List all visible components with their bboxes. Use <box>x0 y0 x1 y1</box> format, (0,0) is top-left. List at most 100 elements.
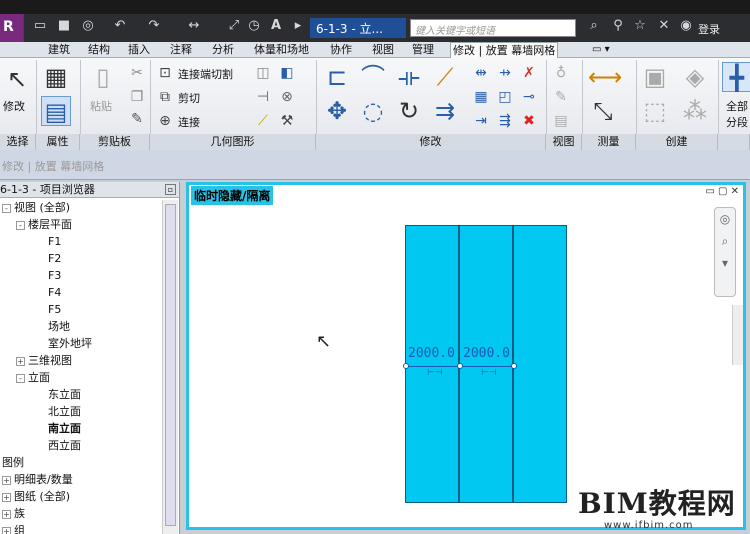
match-properties-icon[interactable]: ✎ <box>128 110 146 128</box>
pointer-icon[interactable]: ↖ <box>2 64 32 94</box>
search-input[interactable]: 键入关键字或短语 <box>410 19 576 37</box>
undo-icon[interactable]: ↶ <box>112 18 128 34</box>
nav-menu-icon[interactable]: ▾ <box>715 252 735 274</box>
dimension-witness-grip[interactable] <box>511 363 517 369</box>
join-geometry-button[interactable]: 连接 <box>178 114 200 130</box>
cut-geometry-button[interactable]: 剪切 <box>178 90 200 106</box>
navigation-bar[interactable]: ◎ ⌕ ▾ <box>714 207 736 297</box>
binoculars-icon[interactable]: ⌕ <box>586 18 602 34</box>
expand-icon[interactable]: + <box>16 356 25 366</box>
browser-tree-item[interactable]: 东立面 <box>48 387 81 403</box>
measure-distance-icon[interactable]: ⟷ <box>588 62 622 92</box>
curtain-grid-all-segments-icon[interactable]: ╋ <box>722 62 750 92</box>
ribbon-toggle-icon[interactable]: ▭ ▾ <box>590 42 612 58</box>
override-icon[interactable]: ✎ <box>552 88 570 106</box>
all-segments-button[interactable]: 全部 <box>726 98 748 114</box>
array-icon[interactable]: ▦ <box>472 88 490 106</box>
browser-tree-item[interactable]: - 视图 (全部) <box>2 200 70 216</box>
login-button[interactable]: 登录 <box>698 21 720 37</box>
browser-tree-item[interactable]: - 立面 <box>16 370 50 386</box>
measure-icon[interactable]: ↔ <box>186 18 202 34</box>
align-icon[interactable]: ⊏ <box>322 62 352 92</box>
browser-tree-item[interactable]: 场地 <box>48 319 70 335</box>
save-icon[interactable]: ■ <box>56 18 72 34</box>
panel-properties[interactable]: 属性 <box>36 134 80 150</box>
close-icon[interactable]: ▫ <box>165 184 176 195</box>
application-menu-button[interactable]: R <box>0 14 24 44</box>
scale-icon[interactable]: ◰ <box>496 88 514 106</box>
tab-collaborate[interactable]: 协作 <box>328 42 354 58</box>
dimension-lock-icon[interactable]: ⊢⊣ <box>481 368 497 378</box>
panel-create[interactable]: 创建 <box>636 134 718 150</box>
aligned-dimension-icon[interactable]: ⤡ <box>588 96 618 126</box>
cut-geometry-icon[interactable]: ⧉ <box>156 88 174 106</box>
expand-icon[interactable]: + <box>2 509 11 519</box>
join-cut-button[interactable]: 连接端切割 <box>178 66 233 82</box>
properties-icon[interactable]: ▤ <box>41 96 71 126</box>
browser-tree-item[interactable]: F3 <box>48 268 61 284</box>
join-geometry-icon[interactable]: ⊕ <box>156 112 174 130</box>
steering-wheel-icon[interactable]: ◎ <box>715 208 735 230</box>
beam-join-icon[interactable]: ⟋ <box>254 112 272 130</box>
panel-select[interactable]: 选择 <box>0 134 36 150</box>
collapse-icon[interactable]: - <box>2 203 11 213</box>
linework-icon[interactable]: ▤ <box>552 112 570 130</box>
demolish-icon[interactable]: ⊗ <box>278 88 296 106</box>
dimension-witness-grip[interactable] <box>403 363 409 369</box>
panel-modify[interactable]: 修改 <box>316 134 546 150</box>
browser-tree-item[interactable]: 西立面 <box>48 438 81 454</box>
browser-tree-item[interactable]: 室外地坪 <box>48 336 92 352</box>
trim-icon[interactable]: ⇉ <box>430 96 460 126</box>
browser-tree-item[interactable]: + 明细表/数量 <box>2 472 73 488</box>
mirror-axis-icon[interactable]: ⟛ <box>394 62 424 92</box>
panel-view[interactable]: 视图 <box>546 134 582 150</box>
more-icon[interactable]: ▸ <box>290 18 306 34</box>
drawing-canvas[interactable]: 临时隐藏/隔离 ▭ ▢ ✕ ◎ ⌕ ▾ 2000.0 2000.0 ⊢⊣ ⊢⊣ <box>186 182 746 530</box>
split-gap-icon[interactable]: ⇸ <box>496 64 514 82</box>
browser-tree-item[interactable]: - 楼层平面 <box>16 217 72 233</box>
browser-tree-item[interactable]: 北立面 <box>48 404 81 420</box>
trim-extend-multiple-icon[interactable]: ⇶ <box>496 112 514 130</box>
tab-view[interactable]: 视图 <box>370 42 396 58</box>
copy-element-icon[interactable]: ◌ <box>358 96 388 126</box>
tab-modify-place-curtain-grid[interactable]: 修改 | 放置 幕墙网格 <box>450 42 559 58</box>
browser-tree-item[interactable]: + 组 <box>2 523 25 534</box>
delete-icon[interactable]: ✖ <box>520 112 538 130</box>
browser-tree-item[interactable]: F2 <box>48 251 61 267</box>
modify-button[interactable]: 修改 <box>3 98 25 114</box>
tab-insert[interactable]: 插入 <box>126 42 152 58</box>
browser-scrollbar[interactable] <box>162 200 178 534</box>
join-cut-icon[interactable]: ⊡ <box>156 64 174 82</box>
paste-icon[interactable]: ▯ <box>88 62 118 92</box>
panel-measure[interactable]: 测量 <box>582 134 636 150</box>
browser-tree-item[interactable]: + 三维视图 <box>16 353 72 369</box>
curtain-panel[interactable] <box>513 225 567 503</box>
type-properties-icon[interactable]: ▦ <box>41 62 71 92</box>
create-group-icon[interactable]: ⁂ <box>680 96 710 126</box>
pin-icon[interactable]: ⊸ <box>520 88 538 106</box>
cut-icon[interactable]: ✂ <box>128 64 146 82</box>
dimension-lock-icon[interactable]: ⊢⊣ <box>427 368 443 378</box>
open-icon[interactable]: ▭ <box>32 18 48 34</box>
wall-joins-icon[interactable]: ⊣ <box>254 88 272 106</box>
copy-icon[interactable]: ❐ <box>128 88 146 106</box>
browser-tree-item[interactable]: F1 <box>48 234 61 250</box>
communication-icon[interactable]: ☆ <box>632 18 648 34</box>
browser-tree-item[interactable]: F4 <box>48 285 61 301</box>
text-icon[interactable]: A <box>268 18 284 34</box>
offset-icon[interactable]: ⌒ <box>358 62 388 92</box>
dimension-text[interactable]: 2000.0 <box>463 346 510 361</box>
trim-extend-single-icon[interactable]: ⇥ <box>472 112 490 130</box>
dimension-text[interactable]: 2000.0 <box>408 346 455 361</box>
browser-tree-item[interactable]: F5 <box>48 302 61 318</box>
mirror-draw-icon[interactable]: ⟋ <box>430 62 460 92</box>
hide-icon[interactable]: ♁ <box>552 64 570 82</box>
curtain-panel[interactable] <box>405 225 459 503</box>
scrollbar-thumb[interactable] <box>165 204 176 526</box>
canvas-scrollbar[interactable] <box>732 305 743 365</box>
sync-icon[interactable]: ◎ <box>80 18 96 34</box>
paint-icon[interactable]: ◧ <box>278 64 296 82</box>
tab-massing-site[interactable]: 体量和场地 <box>252 42 311 58</box>
create-parts-icon[interactable]: ◈ <box>680 62 710 92</box>
view-window-controls[interactable]: ▭ ▢ ✕ <box>705 186 739 197</box>
